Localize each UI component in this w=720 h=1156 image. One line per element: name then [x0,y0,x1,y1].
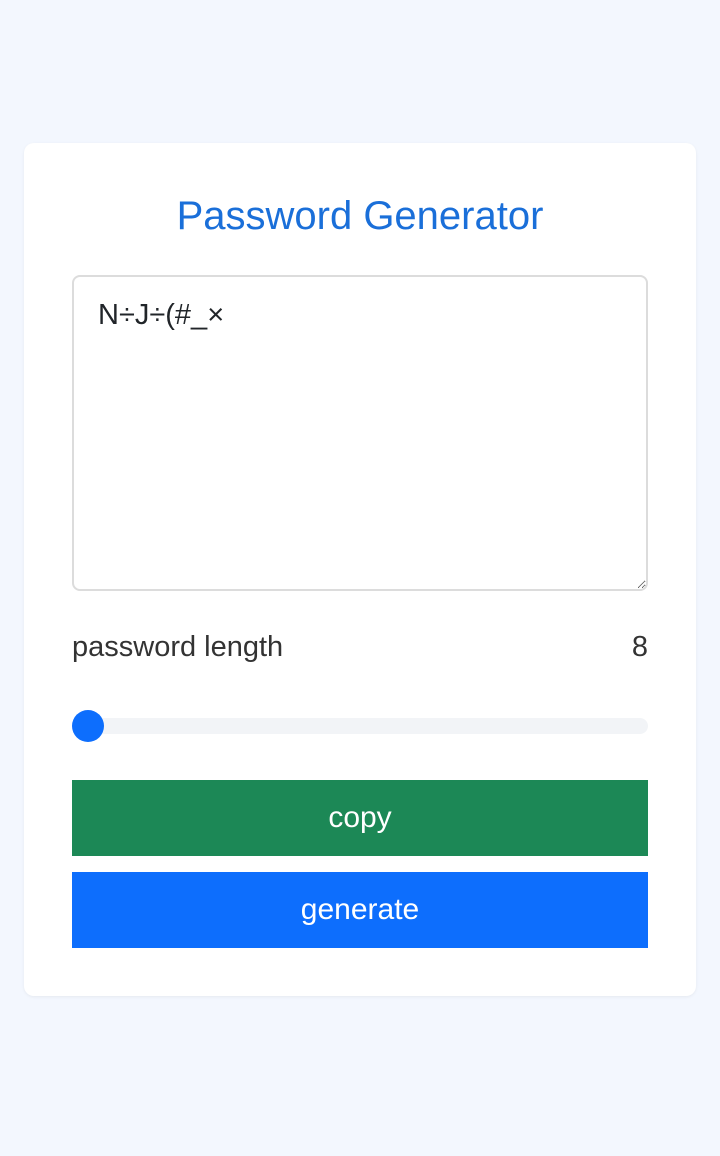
copy-button[interactable]: copy [72,780,648,856]
password-length-slider[interactable] [72,709,648,743]
password-length-label: password length [72,630,284,663]
page-title: Password Generator [176,194,544,238]
password-length-row: password length 8 [72,627,648,667]
slider-track[interactable] [72,718,648,734]
password-generator-card: Password Generator N÷J÷(#_× password len… [24,143,696,996]
password-length-value: 8 [631,630,648,663]
slider-thumb[interactable] [72,710,104,742]
password-output-textarea[interactable]: N÷J÷(#_× [72,275,648,591]
generate-button[interactable]: generate [72,872,648,948]
